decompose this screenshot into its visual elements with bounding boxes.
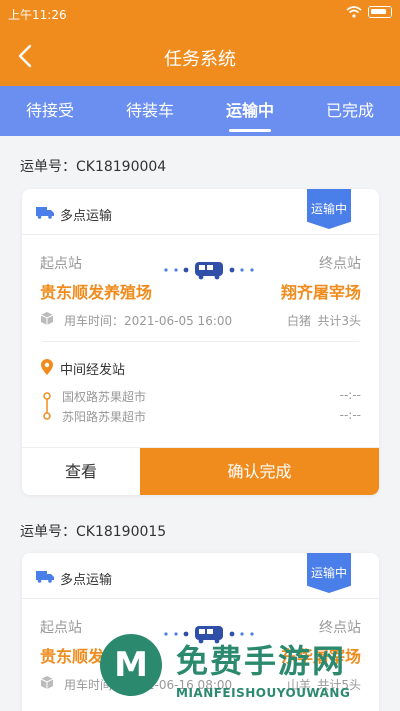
confirm-complete-button[interactable]: 确认完成	[140, 448, 379, 495]
origin-label: 起点站	[40, 256, 82, 272]
cargo-type: 白猪	[286, 314, 311, 328]
watermark-text: 免费手游网	[176, 642, 347, 680]
stop-time: --:--	[339, 408, 361, 422]
stops-timeline	[43, 392, 51, 420]
card-header: 多点运输 运输中	[22, 553, 379, 599]
route-progress-icon	[164, 262, 254, 280]
tab-completed[interactable]: 已完成	[300, 86, 400, 136]
order-card[interactable]: 多点运输 运输中 起点站 终点站 贵东顺发养殖场 翔齐屠宰场 用车时间：2021…	[22, 189, 379, 495]
card-header: 多点运输 运输中	[22, 189, 379, 235]
origin-label: 起点站	[40, 620, 82, 636]
status-icons	[346, 6, 392, 18]
stop-name: 苏阳路苏果超市	[62, 410, 147, 424]
status-tabs: 待接受 待装车 运输中 已完成	[0, 86, 400, 136]
divider	[42, 341, 359, 342]
page-title: 任务系统	[164, 49, 236, 70]
destination-station: 翔齐屠宰场	[280, 283, 361, 302]
tab-in-transit[interactable]: 运输中	[200, 86, 300, 136]
use-time: 用车时间：2021-06-05 16:00	[64, 314, 233, 328]
app-bar: 任务系统	[0, 28, 400, 86]
status-time: 上午11:26	[8, 8, 67, 22]
cargo-total: 共计3头	[317, 314, 361, 328]
watermark-logo: M	[100, 634, 162, 696]
watermark-subtext: MIANFEISHOUYOUWANG	[176, 686, 351, 700]
status-bar: 上午11:26	[0, 0, 400, 28]
waybill-number: 运单号：CK18190004	[20, 159, 167, 175]
destination-label: 终点站	[319, 256, 361, 272]
location-pin-icon	[41, 359, 53, 375]
cargo-box-icon	[40, 676, 54, 689]
stop-time: --:--	[339, 388, 361, 402]
card-actions: 查看 确认完成	[22, 447, 379, 495]
view-button[interactable]: 查看	[22, 448, 140, 495]
waybill-number: 运单号：CK18190015	[20, 524, 167, 540]
watermark: M 免费手游网 MIANFEISHOUYOUWANG	[100, 630, 400, 711]
battery-icon	[368, 6, 392, 18]
truck-icon	[36, 207, 54, 219]
tab-pending-accept[interactable]: 待接受	[0, 86, 100, 136]
cargo-box-icon	[40, 312, 54, 325]
tab-pending-loading[interactable]: 待装车	[100, 86, 200, 136]
transport-type: 多点运输	[60, 573, 113, 588]
stop-name: 国权路苏果超市	[62, 390, 147, 404]
route-summary: 起点站 终点站 贵东顺发养殖场 翔齐屠宰场 用车时间：2021-06-05 16…	[22, 251, 379, 331]
transport-type: 多点运输	[60, 209, 113, 224]
truck-icon	[36, 571, 54, 583]
wifi-icon	[346, 6, 362, 18]
status-badge: 运输中	[307, 189, 351, 229]
origin-station: 贵东顺发养殖场	[40, 283, 153, 302]
status-badge: 运输中	[307, 553, 351, 593]
mid-stations-title: 中间经发站	[60, 363, 126, 378]
